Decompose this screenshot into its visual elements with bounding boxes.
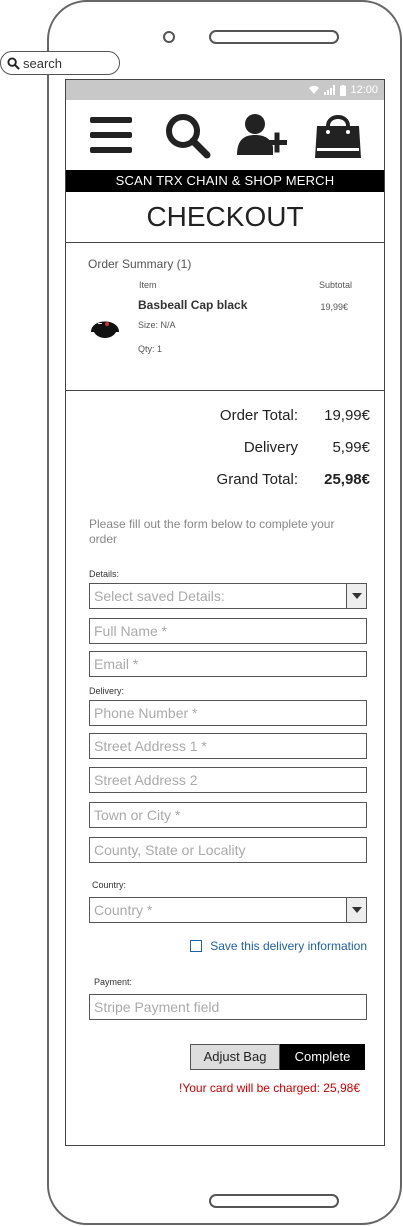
payment-label: Payment: <box>94 977 133 987</box>
promo-banner[interactable]: SCAN TRX CHAIN & SHOP MERCH <box>66 170 384 192</box>
county-field[interactable]: County, State or Locality <box>89 837 367 863</box>
street-address-2-field[interactable]: Street Address 2 <box>89 767 367 793</box>
details-label: Details: <box>89 569 120 579</box>
delivery-value: 5,99€ <box>332 439 370 456</box>
delivery-label: Delivery: <box>89 686 125 696</box>
order-summary-title: Order Summary (1) <box>88 257 192 271</box>
search-icon[interactable] <box>161 109 213 161</box>
street-address-1-field[interactable]: Street Address 1 * <box>89 733 367 759</box>
summary-item-row: Basbeall Cap black Size: N/A Qty: 1 19,9… <box>88 298 362 354</box>
order-total-row: Order Total: 19,99€ <box>80 407 370 439</box>
save-delivery-info[interactable]: Save this delivery information <box>89 939 367 953</box>
charge-warning: !Your card will be charged: 25,98€ <box>178 1081 360 1095</box>
home-button[interactable] <box>209 1194 339 1208</box>
save-info-checkbox[interactable] <box>190 940 203 952</box>
checkout-actions: Adjust Bag Complete <box>89 1044 365 1070</box>
chevron-down-icon[interactable] <box>346 898 366 922</box>
save-info-label[interactable]: Save this delivery information <box>210 939 367 953</box>
saved-details-placeholder: Select saved Details: <box>94 588 225 604</box>
item-name[interactable]: Basbeall Cap black <box>138 298 320 312</box>
top-nav <box>66 100 384 170</box>
full-name-field[interactable]: Full Name * <box>89 618 367 644</box>
delivery-label: Delivery <box>243 439 298 456</box>
form-instructions: Please fill out the form below to comple… <box>89 517 335 546</box>
order-summary: Order Summary (1) Item Subtotal Basbeall… <box>66 243 384 390</box>
camera-icon <box>163 31 175 43</box>
item-size: Size: N/A <box>138 320 176 330</box>
add-user-icon[interactable] <box>236 109 289 161</box>
wifi-icon <box>309 85 320 94</box>
saved-details-select[interactable]: Select saved Details: <box>89 583 367 609</box>
order-total-label: Order Total: <box>219 407 298 424</box>
menu-icon[interactable] <box>86 109 138 161</box>
page-title: CHECKOUT <box>146 201 304 232</box>
stripe-payment-field[interactable]: Stripe Payment field <box>89 994 367 1020</box>
town-field[interactable]: Town or City * <box>89 802 367 828</box>
complete-button[interactable]: Complete <box>280 1044 365 1070</box>
chevron-down-icon[interactable] <box>346 584 366 608</box>
country-label: Country: <box>92 880 127 890</box>
subtotal-column-header: Subtotal <box>318 280 352 290</box>
grand-total-row: Grand Total: 25,98€ <box>80 471 370 503</box>
app-screen: 12:00 SCAN TRX CHAIN & SHOP MERCH CHECKO… <box>65 79 385 1146</box>
grand-total-value: 25,98€ <box>324 471 370 488</box>
phone-field[interactable]: Phone Number * <box>89 700 367 726</box>
grand-total-label: Grand Total: <box>216 471 298 488</box>
product-thumbnail[interactable] <box>88 310 122 344</box>
delivery-row: Delivery 5,99€ <box>80 439 370 471</box>
battery-icon <box>340 84 347 96</box>
status-bar: 12:00 <box>66 80 384 100</box>
speaker-grille <box>209 30 339 44</box>
email-field[interactable]: Email * <box>89 651 367 677</box>
search-box[interactable]: search <box>0 51 120 75</box>
item-qty: Qty: 1 <box>138 344 163 354</box>
item-column-header: Item <box>139 280 157 290</box>
adjust-bag-button[interactable]: Adjust Bag <box>190 1044 280 1070</box>
search-label: search <box>23 55 63 71</box>
summary-header: Item Subtotal <box>88 280 362 290</box>
country-select[interactable]: Country * <box>89 897 367 923</box>
item-subtotal: 19,99€ <box>320 302 348 312</box>
order-totals: Order Total: 19,99€ Delivery 5,99€ Grand… <box>66 391 384 503</box>
item-info: Basbeall Cap black Size: N/A Qty: 1 <box>138 298 320 354</box>
signal-icon <box>324 85 336 95</box>
order-total-value: 19,99€ <box>324 407 370 424</box>
country-placeholder: Country * <box>94 902 153 918</box>
shopping-bag-icon[interactable] <box>312 109 364 161</box>
search-icon <box>7 56 20 70</box>
status-time: 12:00 <box>350 84 378 96</box>
checkout-form: Please fill out the form below to comple… <box>66 517 384 1095</box>
